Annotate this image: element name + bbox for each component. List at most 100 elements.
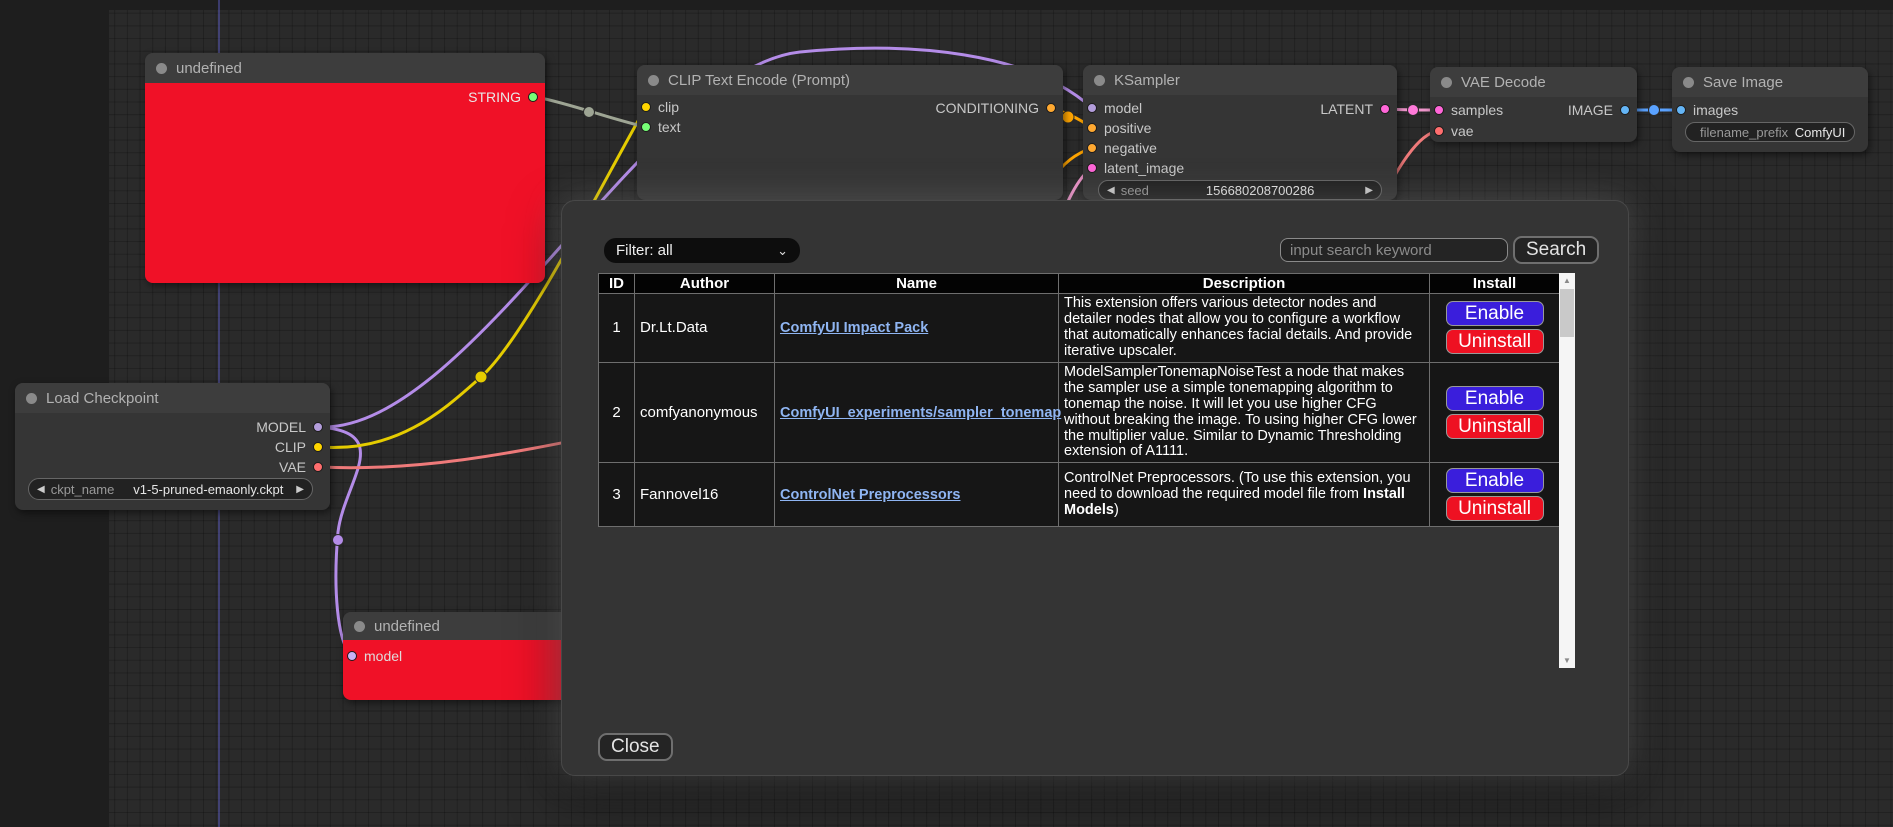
- output-model[interactable]: MODEL: [256, 417, 323, 437]
- increment-arrow-icon[interactable]: ▶: [1365, 185, 1373, 196]
- output-clip[interactable]: CLIP: [275, 437, 323, 457]
- widget-value[interactable]: v1-5-pruned-emaonly.ckpt: [120, 482, 296, 497]
- port-model-output[interactable]: [313, 422, 323, 432]
- input-positive[interactable]: positive: [1087, 118, 1151, 138]
- enable-button[interactable]: Enable: [1446, 386, 1544, 411]
- extension-link[interactable]: ControlNet Preprocessors: [780, 487, 961, 503]
- port-string-output[interactable]: [528, 92, 538, 102]
- node-title: CLIP Text Encode (Prompt): [668, 72, 850, 89]
- input-model[interactable]: model: [1087, 98, 1142, 118]
- input-label: text: [658, 119, 681, 135]
- extension-link[interactable]: ComfyUI Impact Pack: [780, 320, 928, 336]
- search-button[interactable]: Search: [1513, 236, 1599, 264]
- port-latent-output[interactable]: [1380, 104, 1390, 114]
- port-image-output[interactable]: [1620, 105, 1630, 115]
- output-label: MODEL: [256, 419, 306, 435]
- output-conditioning[interactable]: CONDITIONING: [936, 98, 1056, 118]
- node-title-bar[interactable]: Save Image: [1672, 67, 1868, 97]
- column-header-id: ID: [599, 274, 635, 294]
- port-clip-input[interactable]: [641, 102, 651, 112]
- input-label: vae: [1451, 123, 1474, 139]
- node-title-bar[interactable]: VAE Decode: [1430, 67, 1637, 97]
- column-header-name: Name: [775, 274, 1059, 294]
- input-images[interactable]: images: [1676, 100, 1738, 120]
- uninstall-button[interactable]: Uninstall: [1446, 329, 1544, 354]
- output-string[interactable]: STRING: [468, 87, 538, 107]
- node-vae-decode[interactable]: VAE Decode samples vae IMAGE: [1430, 67, 1637, 142]
- port-vae-output[interactable]: [313, 462, 323, 472]
- uninstall-button[interactable]: Uninstall: [1446, 496, 1544, 521]
- input-negative[interactable]: negative: [1087, 138, 1157, 158]
- cell-install: Enable Uninstall: [1430, 362, 1560, 463]
- input-text[interactable]: text: [641, 117, 681, 137]
- table-scrollbar[interactable]: ▲ ▼: [1559, 273, 1575, 668]
- output-label: LATENT: [1320, 101, 1373, 117]
- cell-name: ComfyUI_experiments/sampler_tonemap: [775, 362, 1059, 463]
- cell-author: Dr.Lt.Data: [635, 294, 775, 363]
- extension-table: IDAuthorNameDescriptionInstall 1Dr.Lt.Da…: [598, 273, 1560, 527]
- port-images-input[interactable]: [1676, 105, 1686, 115]
- node-status-dot-icon: [1094, 75, 1105, 86]
- port-samples-input[interactable]: [1434, 105, 1444, 115]
- cell-author: comfyanonymous: [635, 362, 775, 463]
- node-undefined-string[interactable]: undefined STRING: [145, 53, 545, 283]
- next-arrow-icon[interactable]: ▶: [296, 484, 304, 495]
- node-title-bar[interactable]: Load Checkpoint: [15, 383, 330, 413]
- prev-arrow-icon[interactable]: ◀: [37, 484, 45, 495]
- output-vae[interactable]: VAE: [279, 457, 323, 477]
- input-label: positive: [1104, 120, 1151, 136]
- scrollbar-thumb[interactable]: [1560, 289, 1574, 337]
- node-status-dot-icon: [1683, 77, 1694, 88]
- decrement-arrow-icon[interactable]: ◀: [1107, 185, 1115, 196]
- widget-value[interactable]: ComfyUI: [1794, 125, 1846, 140]
- input-label: images: [1693, 102, 1738, 118]
- output-label: STRING: [468, 89, 521, 105]
- node-title-bar[interactable]: CLIP Text Encode (Prompt): [637, 65, 1063, 95]
- ckpt-name-widget[interactable]: ◀ ckpt_name v1-5-pruned-emaonly.ckpt ▶: [28, 478, 313, 500]
- port-text-input[interactable]: [641, 122, 651, 132]
- search-input[interactable]: [1280, 238, 1508, 262]
- port-model-input[interactable]: [1087, 103, 1097, 113]
- column-header-author: Author: [635, 274, 775, 294]
- cell-id: 1: [599, 294, 635, 363]
- cell-description: ModelSamplerTonemapNoiseTest a node that…: [1059, 362, 1430, 463]
- widget-value[interactable]: 156680208700286: [1155, 183, 1365, 198]
- uninstall-button[interactable]: Uninstall: [1446, 414, 1544, 439]
- input-clip[interactable]: clip: [641, 97, 679, 117]
- input-latent-image[interactable]: latent_image: [1087, 158, 1184, 178]
- output-image[interactable]: IMAGE: [1568, 100, 1630, 120]
- enable-button[interactable]: Enable: [1446, 468, 1544, 493]
- port-clip-output[interactable]: [313, 442, 323, 452]
- port-latent-image-input[interactable]: [1087, 163, 1097, 173]
- input-model[interactable]: model: [347, 646, 402, 666]
- column-header-install: Install: [1430, 274, 1560, 294]
- node-save-image[interactable]: Save Image images filename_prefix ComfyU…: [1672, 67, 1868, 152]
- scroll-up-icon[interactable]: ▲: [1559, 273, 1575, 288]
- filename-prefix-widget[interactable]: filename_prefix ComfyUI: [1685, 122, 1855, 142]
- node-clip-text-encode[interactable]: CLIP Text Encode (Prompt) clip text COND…: [637, 65, 1063, 200]
- filter-select[interactable]: Filter: all ⌄: [604, 238, 800, 263]
- node-load-checkpoint[interactable]: Load Checkpoint MODEL CLIP VAE ◀ ckpt_na…: [15, 383, 330, 510]
- input-vae[interactable]: vae: [1434, 121, 1474, 141]
- node-ksampler[interactable]: KSampler model positive negative latent_…: [1083, 65, 1397, 200]
- close-button[interactable]: Close: [598, 733, 673, 761]
- node-title-bar[interactable]: undefined: [145, 53, 545, 83]
- output-latent[interactable]: LATENT: [1320, 99, 1390, 119]
- node-title-bar[interactable]: KSampler: [1083, 65, 1397, 95]
- extension-table-container: IDAuthorNameDescriptionInstall 1Dr.Lt.Da…: [598, 273, 1595, 668]
- node-status-dot-icon: [648, 75, 659, 86]
- port-model-input[interactable]: [347, 651, 357, 661]
- seed-widget[interactable]: ◀ seed 156680208700286 ▶: [1098, 180, 1382, 200]
- scroll-down-icon[interactable]: ▼: [1559, 653, 1575, 668]
- extension-link[interactable]: ComfyUI_experiments/sampler_tonemap: [780, 405, 1061, 421]
- port-positive-input[interactable]: [1087, 123, 1097, 133]
- port-vae-input[interactable]: [1434, 126, 1444, 136]
- input-samples[interactable]: samples: [1434, 100, 1503, 120]
- port-negative-input[interactable]: [1087, 143, 1097, 153]
- table-row: 2comfyanonymousComfyUI_experiments/sampl…: [599, 362, 1560, 463]
- enable-button[interactable]: Enable: [1446, 301, 1544, 326]
- table-row: 1Dr.Lt.DataComfyUI Impact PackThis exten…: [599, 294, 1560, 363]
- input-label: latent_image: [1104, 160, 1184, 176]
- port-conditioning-output[interactable]: [1046, 103, 1056, 113]
- filter-selected-value: Filter: all: [616, 242, 673, 259]
